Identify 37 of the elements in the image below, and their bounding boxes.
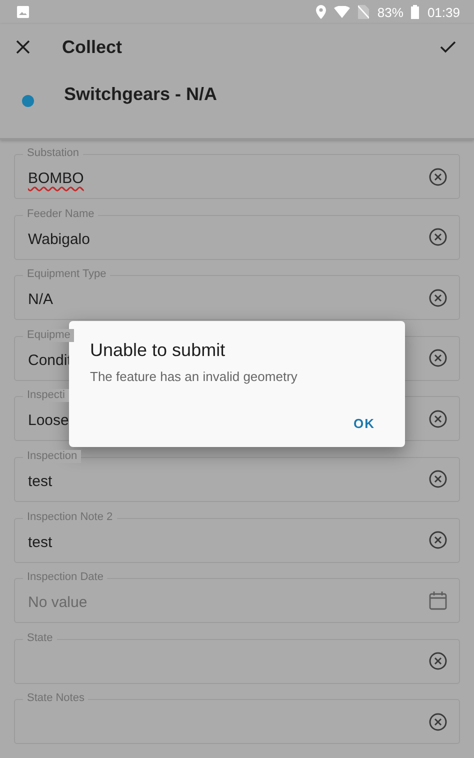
field-label: Equipment Type xyxy=(23,268,110,282)
feature-title: Switchgears - N/A xyxy=(64,84,218,104)
clear-icon[interactable] xyxy=(429,228,447,246)
clear-icon[interactable] xyxy=(429,168,447,186)
no-sim-icon xyxy=(358,5,370,19)
field-value: Wabigalo xyxy=(28,230,90,248)
calendar-icon[interactable] xyxy=(429,591,447,610)
wifi-icon xyxy=(334,6,350,18)
clear-icon[interactable] xyxy=(429,652,447,670)
battery-percent: 83% xyxy=(377,4,404,20)
field-value: N/A xyxy=(28,290,54,308)
field-label: Inspection xyxy=(23,450,82,463)
field-value: test xyxy=(28,532,52,551)
clear-icon[interactable] xyxy=(429,470,447,488)
clear-icon[interactable] xyxy=(429,712,447,731)
ok-button[interactable]: OK xyxy=(348,412,381,435)
clear-icon[interactable] xyxy=(429,349,447,368)
battery-icon xyxy=(411,5,420,19)
clear-icon[interactable] xyxy=(429,410,447,428)
toolbar-title: Collect xyxy=(62,36,122,58)
field-label: Equipme xyxy=(23,328,74,342)
field-value: test xyxy=(28,472,52,490)
dialog-message: The feature has an invalid geometry xyxy=(90,369,298,384)
close-icon xyxy=(16,40,30,54)
field-label: Inspection Date xyxy=(23,571,108,584)
clear-icon[interactable] xyxy=(429,288,447,307)
field-value: Loose xyxy=(28,411,69,430)
dialog-title: Unable to submit xyxy=(90,340,226,361)
location-icon xyxy=(316,5,326,19)
clear-icon[interactable] xyxy=(429,531,447,550)
image-icon xyxy=(17,6,29,18)
field-value: BOMBO xyxy=(28,169,84,187)
field-label: Inspecti xyxy=(23,389,69,402)
clock: 01:39 xyxy=(427,4,460,20)
checkmark-icon xyxy=(440,41,456,53)
field-placeholder: No value xyxy=(28,593,88,612)
field-label: Inspection Note 2 xyxy=(23,510,117,524)
